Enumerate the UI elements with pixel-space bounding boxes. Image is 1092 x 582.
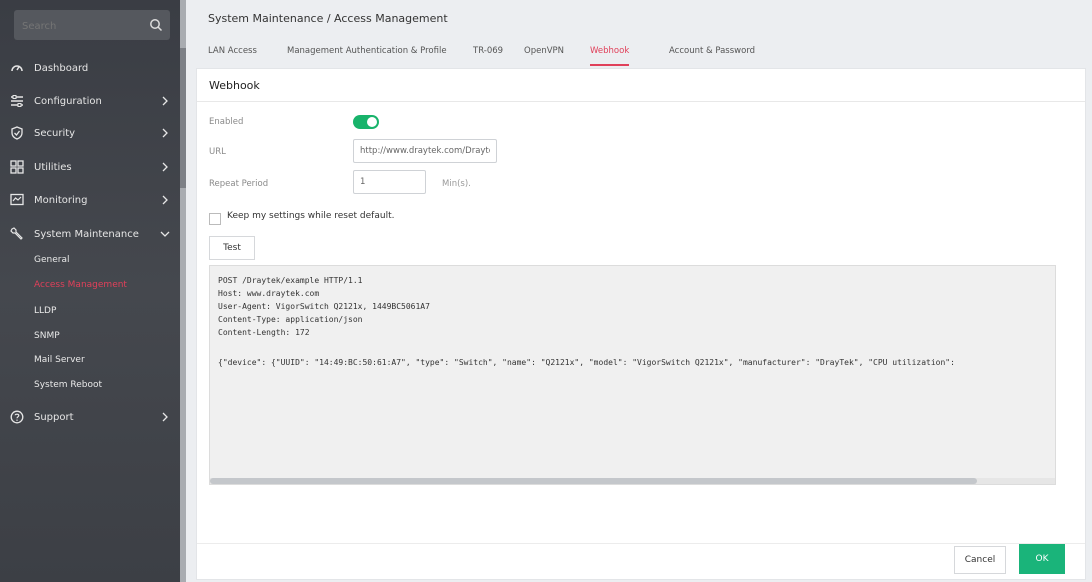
output-line: User-Agent: VigorSwitch Q2121x, 1449BC50…	[218, 302, 430, 311]
sidebar-item-dashboard[interactable]: Dashboard	[10, 56, 180, 80]
output-line: {"device": {"UUID": "14:49:BC:50:61:A7",…	[218, 358, 955, 367]
toggle-knob	[367, 117, 377, 127]
sidebar-item-configuration[interactable]: Configuration	[10, 89, 180, 113]
sidebar-item-monitoring[interactable]: Monitoring	[10, 188, 180, 212]
sidebar-item-label: Security	[34, 127, 76, 139]
output-scrollbar[interactable]	[210, 478, 1055, 484]
sidebar-subitem-system-reboot[interactable]: System Reboot	[34, 380, 102, 390]
sidebar-item-system-maintenance[interactable]: System Maintenance	[10, 222, 180, 246]
divider	[197, 101, 1085, 102]
monitoring-screen-icon	[10, 193, 24, 206]
output-line: Content-Type: application/json	[218, 315, 363, 324]
configuration-sliders-icon	[11, 95, 23, 107]
tab-webhook[interactable]: Webhook	[590, 38, 630, 66]
sidebar-item-utilities[interactable]: Utilities	[10, 155, 180, 179]
repeat-period-label: Repeat Period	[209, 179, 269, 189]
sidebar-item-label: Support	[34, 411, 74, 423]
sidebar-item-label: Configuration	[34, 95, 102, 107]
panel-title: Webhook	[209, 79, 260, 92]
output-line: POST /Draytek/example HTTP/1.1	[218, 276, 363, 285]
ok-button[interactable]: OK	[1019, 544, 1065, 574]
sidebar-subitem-snmp[interactable]: SNMP	[34, 331, 60, 341]
chevron-right-icon	[162, 162, 168, 172]
enabled-toggle[interactable]	[353, 115, 379, 129]
chevron-right-icon	[162, 96, 168, 106]
chevron-right-icon	[162, 128, 168, 138]
enabled-label: Enabled	[209, 117, 244, 127]
sidebar-item-label: Dashboard	[34, 62, 89, 74]
search-box[interactable]	[14, 10, 170, 42]
sidebar-subitem-lldp[interactable]: LLDP	[34, 306, 56, 316]
wrench-icon	[10, 227, 23, 240]
chevron-down-icon	[160, 231, 170, 237]
sidebar-item-label: Utilities	[34, 161, 72, 173]
webhook-panel: Webhook Enabled URL Repeat Period Min(s)…	[196, 68, 1086, 580]
sidebar-subitem-mail-server[interactable]: Mail Server	[34, 355, 85, 365]
keep-settings-checkbox[interactable]	[209, 213, 221, 225]
request-output: POST /Draytek/example HTTP/1.1 Host: www…	[209, 265, 1056, 485]
sidebar-subitem-access-management[interactable]: Access Management	[34, 280, 127, 290]
utilities-grid-icon	[10, 160, 24, 174]
divider	[197, 543, 1085, 544]
repeat-unit-label: Min(s).	[442, 179, 471, 189]
search-input[interactable]	[14, 10, 144, 42]
tab-management-authentication-profile[interactable]: Management Authentication & Profile	[287, 38, 447, 64]
cancel-button[interactable]: Cancel	[954, 546, 1006, 574]
dashboard-gauge-icon	[11, 65, 23, 72]
output-line: Content-Length: 172	[218, 328, 310, 337]
tab-account-password[interactable]: Account & Password	[669, 38, 755, 64]
security-shield-icon	[11, 126, 23, 140]
test-button[interactable]: Test	[209, 236, 255, 260]
support-question-icon	[10, 410, 24, 424]
sidebar-item-security[interactable]: Security	[10, 121, 180, 145]
sidebar-subitem-general[interactable]: General	[34, 255, 69, 265]
sidebar-item-label: System Maintenance	[34, 228, 139, 240]
url-input[interactable]	[353, 139, 497, 163]
sidebar: Dashboard Configuration Security Utiliti…	[0, 0, 180, 582]
sidebar-item-label: Monitoring	[34, 194, 88, 206]
sidebar-scrollbar-thumb[interactable]	[180, 48, 186, 188]
output-line: Host: www.draytek.com	[218, 289, 320, 298]
tab-tr-069[interactable]: TR-069	[473, 38, 503, 64]
search-icon[interactable]	[148, 17, 164, 33]
tab-openvpn[interactable]: OpenVPN	[524, 38, 564, 64]
chevron-right-icon	[162, 195, 168, 205]
sidebar-item-support[interactable]: Support	[10, 405, 180, 429]
url-label: URL	[209, 147, 226, 157]
keep-settings-label: Keep my settings while reset default.	[227, 211, 395, 221]
repeat-period-input[interactable]	[353, 170, 426, 194]
chevron-right-icon	[162, 412, 168, 422]
tab-lan-access[interactable]: LAN Access	[208, 38, 257, 64]
output-scrollbar-thumb[interactable]	[210, 478, 977, 484]
breadcrumb: System Maintenance / Access Management	[208, 12, 448, 25]
